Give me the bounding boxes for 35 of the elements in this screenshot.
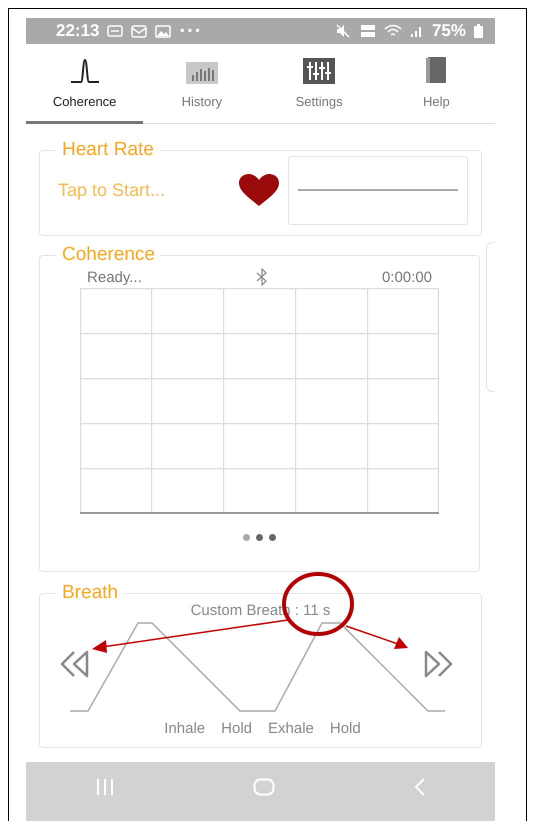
phase-label: Exhale: [268, 720, 314, 737]
battery-icon: [474, 24, 483, 38]
fast-forward-button[interactable]: [422, 649, 454, 679]
rewind-button[interactable]: [59, 649, 91, 679]
status-text: Ready...: [87, 268, 142, 286]
tab[interactable]: Help: [378, 44, 495, 124]
clock-time: 22:13: [56, 21, 100, 41]
message-icon: [107, 25, 124, 37]
sliders-icon: [303, 58, 336, 84]
annotation-arrow: [346, 625, 408, 649]
tab[interactable]: Settings: [260, 44, 378, 124]
card-title: Heart Rate: [61, 139, 155, 161]
page-dot[interactable]: [269, 534, 276, 541]
bar-chart-icon: [186, 62, 218, 84]
peak-icon: [70, 58, 100, 84]
heart-icon: [238, 173, 280, 207]
phase-label: Hold: [330, 720, 361, 737]
signal-icon: [410, 24, 424, 38]
tab[interactable]: History: [143, 44, 260, 124]
card-title: Coherence: [61, 244, 156, 266]
mail-icon: [131, 24, 148, 38]
image-icon: [155, 24, 172, 38]
mute-icon: [336, 24, 352, 38]
card-title: Breath: [61, 582, 119, 604]
bluetooth-icon: [254, 268, 269, 286]
tab[interactable]: Coherence: [26, 44, 144, 124]
phase-label: Inhale: [164, 720, 206, 737]
page-dot[interactable]: [256, 534, 264, 541]
battery-percent: 75%: [432, 21, 466, 41]
timer-text: 0:00:00: [382, 268, 432, 286]
more-notifications: ···: [179, 20, 202, 42]
wifi-icon: [384, 24, 402, 38]
phase-label: Hold: [221, 720, 252, 737]
page-dot[interactable]: [243, 534, 250, 541]
book-icon: [425, 56, 448, 84]
